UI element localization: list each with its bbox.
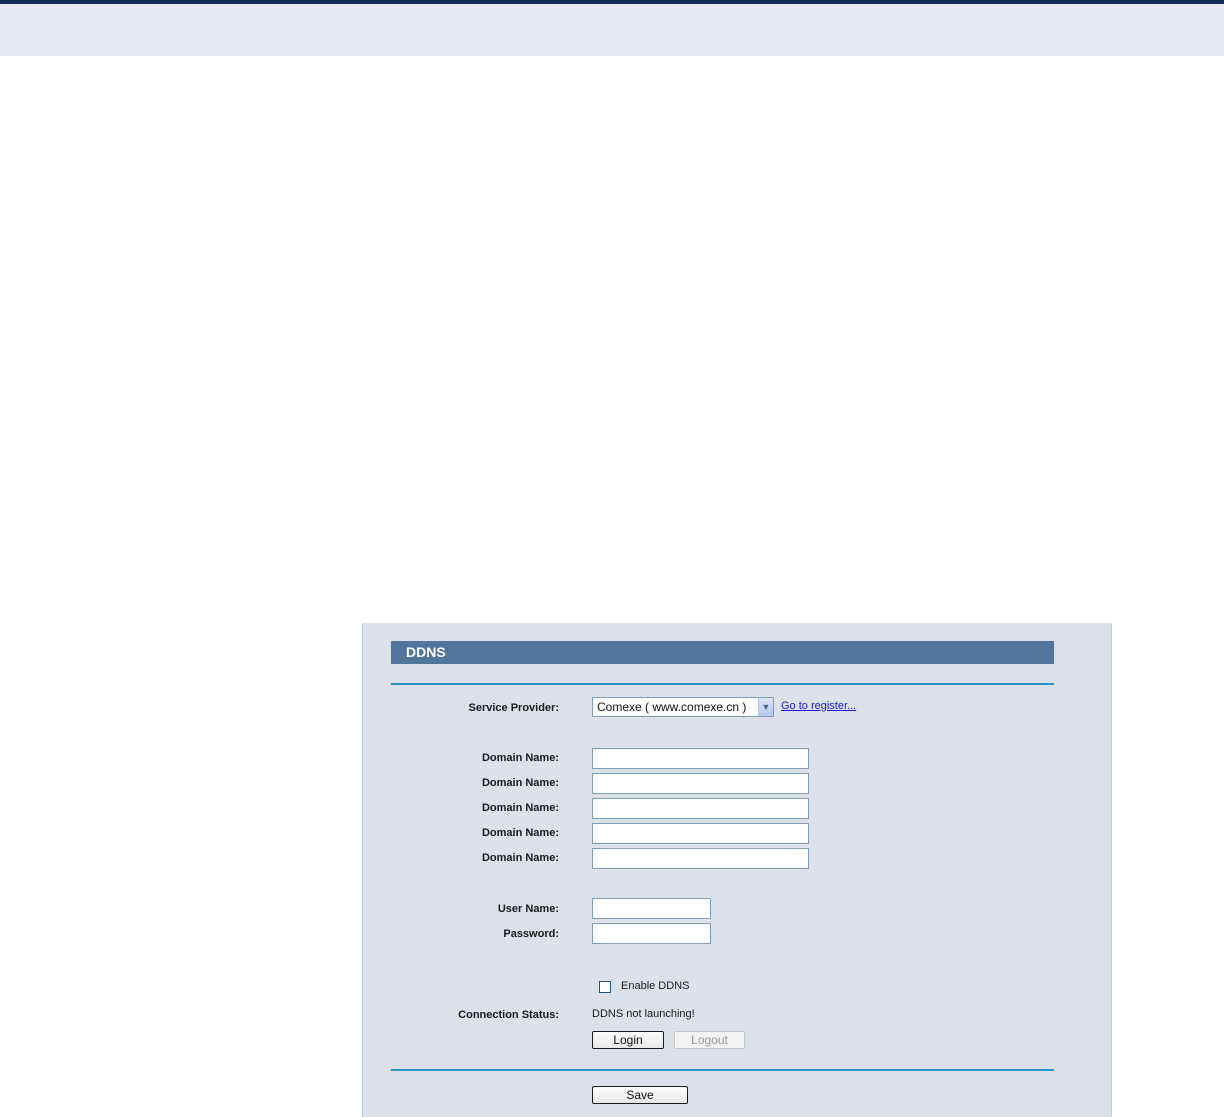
service-provider-select[interactable]: Comexe ( www.comexe.cn ) ▼ — [592, 697, 774, 717]
username-input[interactable] — [592, 898, 711, 919]
domain-name-input-1[interactable] — [592, 748, 809, 769]
domain-name-label-1: Domain Name: — [481, 752, 559, 764]
domain-name-label-2: Domain Name: — [481, 777, 559, 789]
domain-name-input-5[interactable] — [592, 848, 809, 869]
logout-button[interactable]: Logout — [674, 1031, 745, 1049]
username-label: User Name: — [497, 903, 559, 915]
domain-name-input-2[interactable] — [592, 773, 809, 794]
service-provider-value: Comexe ( www.comexe.cn ) — [597, 700, 747, 714]
top-divider — [391, 683, 1054, 685]
panel-title: DDNS — [391, 641, 1054, 664]
bottom-divider — [391, 1069, 1054, 1071]
domain-name-label-3: Domain Name: — [481, 802, 559, 814]
ddns-panel: DDNS Service Provider: Comexe ( www.come… — [362, 623, 1112, 1117]
register-link[interactable]: Go to register... — [781, 700, 856, 712]
top-banner — [0, 0, 1224, 56]
enable-ddns-label: Enable DDNS — [621, 980, 690, 992]
connection-status-value: DDNS not launching! — [592, 1008, 695, 1020]
domain-name-label-5: Domain Name: — [481, 852, 559, 864]
domain-name-input-3[interactable] — [592, 798, 809, 819]
password-input[interactable] — [592, 923, 711, 944]
service-provider-label: Service Provider: — [468, 702, 560, 714]
password-label: Password: — [503, 928, 559, 940]
login-button[interactable]: Login — [592, 1031, 664, 1049]
chevron-down-icon[interactable]: ▼ — [758, 698, 773, 716]
domain-name-label-4: Domain Name: — [481, 827, 559, 839]
enable-ddns-checkbox[interactable] — [599, 981, 611, 993]
save-button[interactable]: Save — [592, 1086, 688, 1104]
domain-name-input-4[interactable] — [592, 823, 809, 844]
connection-status-label: Connection Status: — [458, 1009, 559, 1021]
